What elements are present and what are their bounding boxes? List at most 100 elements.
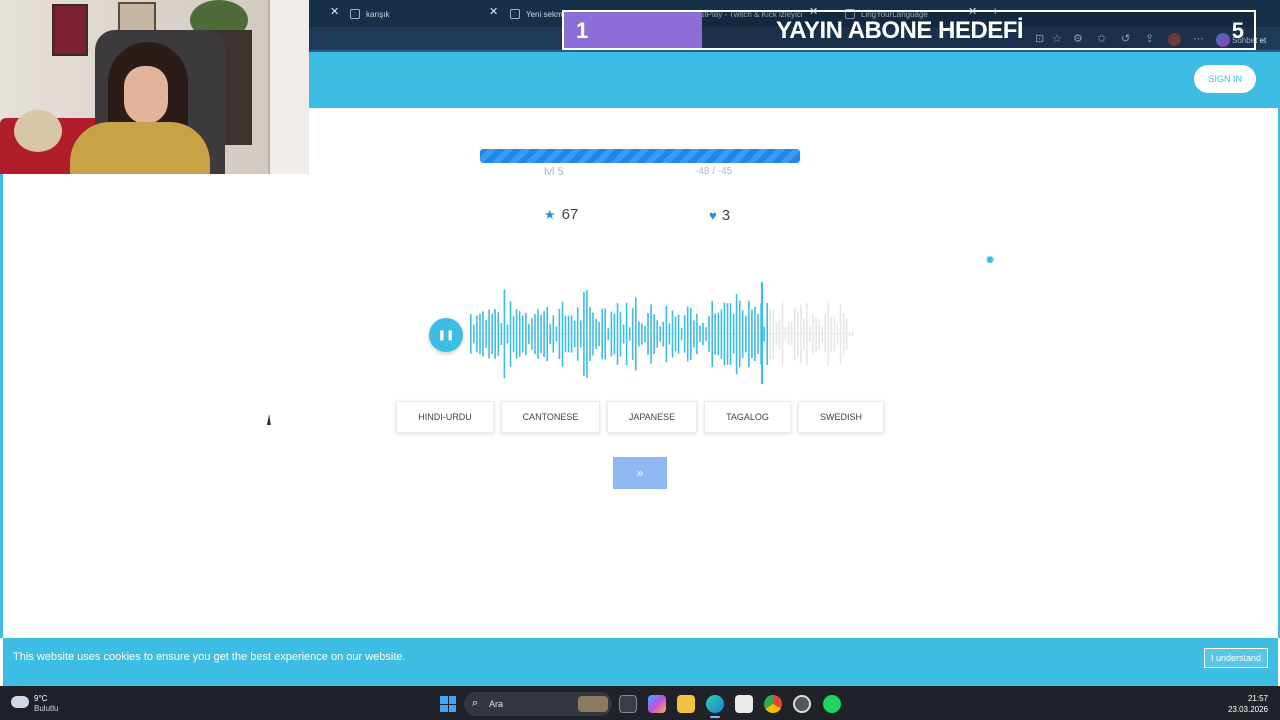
audio-waveform[interactable] xyxy=(470,282,855,386)
waveform-bar xyxy=(812,314,814,354)
level-label: lvl 5 xyxy=(544,166,564,178)
waveform-bar xyxy=(650,304,652,364)
choice-button[interactable]: TAGALOG xyxy=(704,401,791,433)
waveform-bar xyxy=(653,314,655,354)
waveform-bar xyxy=(647,313,649,356)
waveform-bar xyxy=(787,322,790,346)
waveform-bar xyxy=(745,315,747,353)
waveform-bar xyxy=(470,314,472,354)
waveform-bar xyxy=(610,311,613,357)
waveform-bar xyxy=(567,315,570,353)
sign-in-button[interactable]: SIGN IN xyxy=(1194,65,1256,93)
clock-date[interactable]: 23.03.2026 xyxy=(1228,705,1268,714)
cookie-accept-button[interactable]: I understand xyxy=(1204,648,1268,668)
copilot-app-icon[interactable] xyxy=(648,695,666,713)
choice-button[interactable]: SWEDISH xyxy=(798,401,884,433)
waveform-bar xyxy=(711,300,713,368)
waveform-bar xyxy=(638,321,640,347)
waveform-bar xyxy=(751,309,753,359)
taskbar xyxy=(0,686,1280,720)
choice-button[interactable]: CANTONESE xyxy=(501,401,600,433)
next-button[interactable]: » xyxy=(613,457,667,489)
waveform-bar xyxy=(491,314,493,354)
waveform-bar xyxy=(839,304,842,364)
tab-label: karışık xyxy=(366,9,390,19)
waveform-bar xyxy=(506,324,509,344)
waveform-bar xyxy=(537,309,539,359)
left-accent-strip xyxy=(0,174,3,638)
webcam-teddy xyxy=(14,110,62,152)
waveform-bar xyxy=(705,327,707,341)
waveform-bar xyxy=(644,325,646,343)
waveform-bar xyxy=(708,315,710,353)
waveform-bar xyxy=(473,324,475,344)
waveform-bar xyxy=(622,324,625,344)
waveform-bar xyxy=(696,313,698,355)
waveform-bar xyxy=(686,306,689,362)
choice-button[interactable]: JAPANESE xyxy=(607,401,697,433)
waveform-bar xyxy=(763,326,765,342)
spotify-icon[interactable] xyxy=(823,695,841,713)
taskbar-search-label[interactable]: Ara xyxy=(489,699,503,709)
waveform-bar xyxy=(521,315,524,353)
weather-temperature[interactable]: 9°C xyxy=(34,694,47,703)
waveform-bar xyxy=(803,318,805,350)
waveform-bar xyxy=(518,311,521,357)
waveform-bar xyxy=(702,322,704,346)
chrome-icon[interactable] xyxy=(764,695,782,713)
store-icon[interactable] xyxy=(735,695,753,713)
waveform-bar xyxy=(830,316,833,352)
waveform-bar xyxy=(555,326,558,342)
waveform-bar xyxy=(732,314,735,354)
waveform-bar xyxy=(601,308,603,360)
waveform-bar xyxy=(757,313,759,354)
waveform-bar xyxy=(488,309,490,359)
site-header: SIGN IN xyxy=(309,52,1280,108)
waveform-bar xyxy=(509,301,512,367)
webcam-overlay xyxy=(0,0,309,174)
gear-icon[interactable]: ✹ xyxy=(985,253,995,267)
waveform-bar xyxy=(546,306,548,362)
waveform-bar xyxy=(570,315,573,353)
tab-close-icon[interactable]: ✕ xyxy=(489,7,498,18)
tab-favicon-icon xyxy=(350,9,360,19)
tab-close-icon[interactable]: ✕ xyxy=(330,7,339,18)
task-view-icon[interactable] xyxy=(619,695,637,713)
waveform-bar xyxy=(717,312,720,356)
lives-counter: ♥ 3 xyxy=(709,207,730,224)
pause-button[interactable]: ❚❚ xyxy=(429,318,463,352)
weather-description[interactable]: Bulutlu xyxy=(34,704,58,713)
obs-icon[interactable] xyxy=(793,695,811,713)
waveform-bar xyxy=(515,309,518,359)
waveform-bar xyxy=(784,327,787,341)
cloud-icon[interactable] xyxy=(11,696,29,708)
waveform-bar xyxy=(561,301,564,367)
waveform-bar xyxy=(735,294,738,375)
waveform-bar xyxy=(476,315,478,353)
waveform-bar xyxy=(586,290,588,378)
browser-tab[interactable]: Yeni sekm xyxy=(510,4,563,24)
waveform-bar xyxy=(800,304,802,364)
waveform-bar xyxy=(659,326,661,342)
choice-button[interactable]: HINDI-URDU xyxy=(396,401,494,433)
waveform-bar xyxy=(482,311,484,357)
clock-time[interactable]: 21:57 xyxy=(1248,694,1268,703)
level-progress-fill xyxy=(480,149,800,163)
waveform-bar xyxy=(827,302,830,366)
edge-browser-icon[interactable] xyxy=(706,695,724,713)
windows-start-icon[interactable] xyxy=(440,696,456,712)
waveform-bar xyxy=(625,302,628,366)
waveform-bar xyxy=(754,307,756,361)
waveform-bar xyxy=(543,311,545,357)
lives-value: 3 xyxy=(721,207,731,224)
file-explorer-icon[interactable] xyxy=(677,695,695,713)
waveform-playhead xyxy=(761,282,763,384)
waveform-bar xyxy=(628,327,631,341)
waveform-bar xyxy=(766,302,768,365)
waveform-bar xyxy=(693,320,695,348)
browser-tab[interactable]: karışık xyxy=(350,4,390,24)
active-app-indicator xyxy=(710,716,720,718)
waveform-bar xyxy=(680,327,683,341)
waveform-bar xyxy=(549,324,551,344)
level-progress-bar xyxy=(480,149,800,163)
